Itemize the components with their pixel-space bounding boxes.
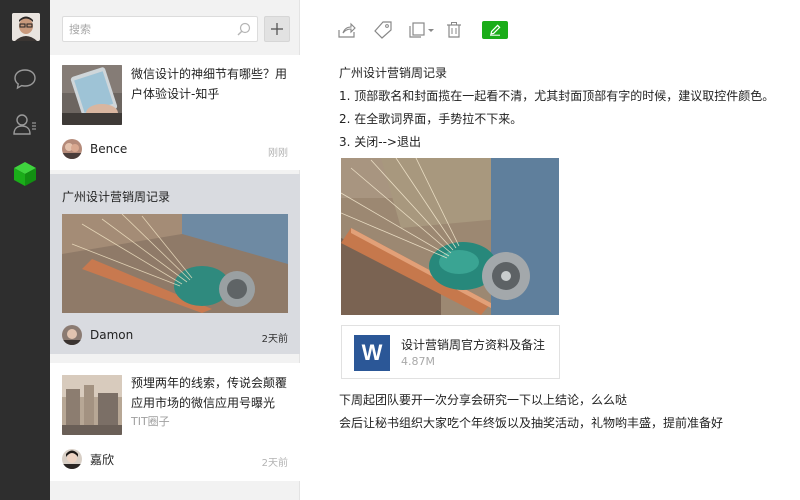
user-avatar[interactable] xyxy=(12,13,40,41)
note-list-panel: 微信设计的神细节有哪些？用户体验设计-知乎 Bence 刚刚 广州设计营销周记录 xyxy=(50,0,300,500)
note-thumbnail xyxy=(62,375,122,435)
note-paragraph: 会后让秘书组织大家吃个年终饭以及抽奖活动，礼物哟丰盛，提前准备好 xyxy=(339,416,724,430)
note-item: 2. 在全歌词界面，手势拉不下来。 xyxy=(339,112,523,126)
search-box xyxy=(62,16,258,42)
note-card-active[interactable]: 广州设计营销周记录 Damon 2天前 xyxy=(50,174,300,354)
chat-bubble-icon xyxy=(14,69,36,90)
note-item: 1. 顶部歌名和封面揽在一起看不清，尤其封面顶部有字的时候，建议取控件颜色。 xyxy=(339,89,775,103)
delete-icon xyxy=(447,22,461,38)
note-time: 2天前 xyxy=(261,334,288,345)
author-name: 嘉欣 xyxy=(90,452,115,467)
note-source: TIT圈子 xyxy=(131,415,170,428)
copy-button[interactable] xyxy=(409,20,435,40)
file-attachment[interactable]: W 设计营销周官方资料及备注 4.87M xyxy=(341,325,560,379)
note-time: 刚刚 xyxy=(268,148,288,159)
note-paragraph: 下周起团队要开一次分享会研究一下以上结论，么么哒 xyxy=(339,393,628,407)
note-title: 微信设计的神细节有哪些？用户体验设计-知乎 xyxy=(131,67,288,101)
note-heading: 广州设计营销周记录 xyxy=(339,66,448,80)
plus-icon xyxy=(271,23,283,35)
author-name: Damon xyxy=(90,328,134,342)
search-icon[interactable] xyxy=(237,22,251,39)
author-avatar xyxy=(62,449,82,469)
note-body: 广州设计营销周记录 1. 顶部歌名和封面揽在一起看不清，尤其封面顶部有字的时候，… xyxy=(339,62,789,154)
author-avatar xyxy=(62,325,82,345)
note-time: 2天前 xyxy=(261,458,288,469)
share-icon xyxy=(338,22,356,38)
note-author: 嘉欣 xyxy=(62,448,114,470)
chat-nav[interactable] xyxy=(0,61,50,97)
note-item: 3. 关闭-->退出 xyxy=(339,135,421,149)
attachment-name: 设计营销周官方资料及备注 xyxy=(401,338,546,352)
tag-button[interactable] xyxy=(373,20,393,40)
note-author: Damon xyxy=(62,324,133,346)
note-cover-image xyxy=(62,214,288,313)
note-footer-text: 下周起团队要开一次分享会研究一下以上结论，么么哒 会后让秘书组织大家吃个年终饭以… xyxy=(339,389,789,435)
add-note-button[interactable] xyxy=(264,16,290,42)
copy-icon xyxy=(409,22,434,38)
note-title: 广州设计营销周记录 xyxy=(62,190,171,204)
edit-icon xyxy=(490,24,501,36)
word-document-icon: W xyxy=(354,335,390,371)
app-sidebar xyxy=(0,0,50,500)
notes-cube-icon xyxy=(14,162,36,186)
share-button[interactable] xyxy=(337,20,357,40)
notes-nav[interactable] xyxy=(0,156,50,192)
note-photo[interactable] xyxy=(341,158,559,315)
note-card[interactable]: 微信设计的神细节有哪些？用户体验设计-知乎 Bence 刚刚 xyxy=(50,55,300,170)
author-avatar xyxy=(62,139,82,159)
author-name: Bence xyxy=(90,142,128,156)
contacts-icon xyxy=(13,114,36,135)
note-card[interactable]: 预埋两年的线索，传说会颠覆应用市场的微信应用号曝光 TIT圈子 嘉欣 2天前 xyxy=(50,363,300,481)
note-thumbnail xyxy=(62,65,122,125)
note-author: Bence xyxy=(62,138,127,160)
attachment-size: 4.87M xyxy=(401,355,435,368)
search-input[interactable] xyxy=(63,17,223,41)
edit-button[interactable] xyxy=(482,21,508,39)
contacts-nav[interactable] xyxy=(0,106,50,142)
note-title: 预埋两年的线索，传说会颠覆应用市场的微信应用号曝光 xyxy=(131,376,288,410)
tag-icon xyxy=(374,21,392,39)
delete-button[interactable] xyxy=(445,20,463,40)
note-detail: 广州设计营销周记录 1. 顶部歌名和封面揽在一起看不清，尤其封面顶部有字的时候，… xyxy=(301,0,800,500)
